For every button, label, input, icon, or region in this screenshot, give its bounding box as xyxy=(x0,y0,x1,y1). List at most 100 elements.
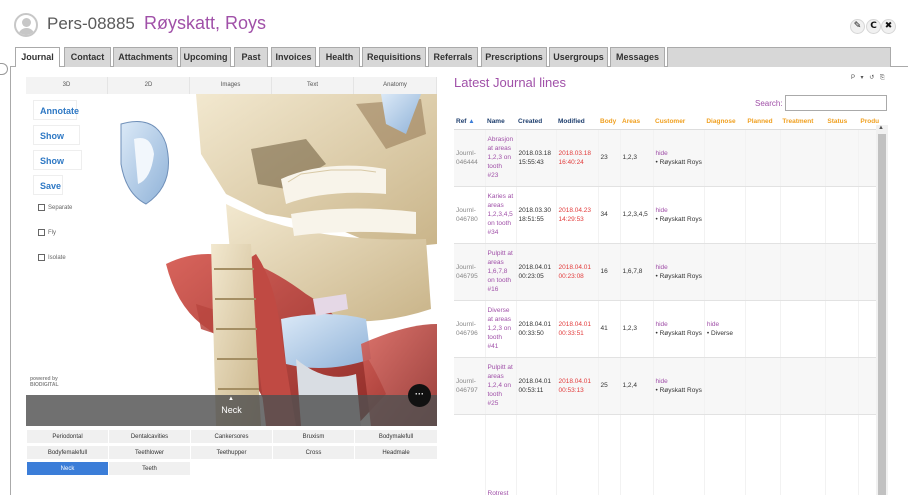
tab-prescriptions[interactable]: Prescriptions xyxy=(481,47,547,67)
separate-checkbox[interactable]: Separate xyxy=(38,204,72,211)
cell-name[interactable]: Diverse at areas 1,2,3 on tooth #41 xyxy=(485,300,517,358)
cell-name[interactable]: Rotrest xyxy=(485,414,517,495)
isolate-checkbox[interactable]: Isolate xyxy=(38,254,66,261)
region-neck[interactable]: Neck xyxy=(26,461,109,476)
hide-link[interactable]: hide xyxy=(656,149,702,158)
diagnose-hide-link[interactable]: hide xyxy=(707,320,743,329)
table-row[interactable]: Journl-046795 Pulpitt at areas 1,6,7,8 o… xyxy=(454,243,887,301)
cell-modified: 2018.04.01 00:23:08 xyxy=(556,243,599,301)
viewer-tab-2d[interactable]: 2D xyxy=(108,77,190,94)
region-bodyfemalefull[interactable]: Bodyfemalefull xyxy=(26,445,109,460)
region-bruxism[interactable]: Bruxism xyxy=(272,429,355,444)
region-bodymalefull[interactable]: Bodymalefull xyxy=(354,429,438,444)
cell-customer: hide • Røyskatt Roys xyxy=(653,129,705,187)
viewer-tab-text[interactable]: Text xyxy=(272,77,354,94)
col-name[interactable]: Name xyxy=(485,115,516,130)
cell-name[interactable]: Pulpitt at areas 1,2,4 on tooth #25 xyxy=(485,357,517,415)
region-cankersores[interactable]: Cankersores xyxy=(190,429,273,444)
table-row[interactable]: Journl-046444 Abrasjon at areas 1,2,3 on… xyxy=(454,129,887,187)
fly-checkbox[interactable]: Fly xyxy=(38,229,56,236)
tab-messages[interactable]: Messages xyxy=(610,47,665,67)
tab-health[interactable]: Health xyxy=(319,47,360,67)
cell-name[interactable]: Abrasjon at areas 1,2,3 on tooth #23 xyxy=(485,129,517,187)
col-customer[interactable]: Customer xyxy=(653,115,705,130)
col-treatment[interactable]: Treatment xyxy=(780,115,826,130)
hide-link[interactable]: hide xyxy=(656,206,702,215)
col-planned[interactable]: Planned xyxy=(745,115,781,130)
tab-journal[interactable]: Journal xyxy=(15,47,60,68)
viewer-tab-3d[interactable]: 3D xyxy=(26,77,108,94)
more-options-button[interactable]: ··· xyxy=(408,384,431,407)
customer-item: • Røyskatt Roys xyxy=(655,215,702,223)
col-diagnose[interactable]: Diagnose xyxy=(704,115,746,130)
scroll-up-icon[interactable]: ▲ xyxy=(878,125,884,131)
table-row[interactable]: Rotrest xyxy=(454,414,887,495)
region-periodontal[interactable]: Periodontal xyxy=(26,429,109,444)
table-row[interactable]: Journl-046797 Pulpitt at areas 1,2,4 on … xyxy=(454,357,887,415)
journal-table-wrapper: Ref ▲ Name Created Modified Body Areas C… xyxy=(454,115,888,495)
region-teethupper[interactable]: Teethupper xyxy=(190,445,273,460)
journal-toolbar-icons[interactable]: P ▾ ↺ ⎘ xyxy=(851,74,887,82)
table-scrollbar[interactable]: ▲ xyxy=(876,125,888,495)
cell-areas xyxy=(620,414,654,495)
edit-button[interactable]: ✎ xyxy=(850,19,865,34)
cell-name[interactable]: Pulpitt at areas 1,6,7,8 on tooth #16 xyxy=(485,243,517,301)
cell-body: 23 xyxy=(598,129,621,187)
cell-customer: hide • Røyskatt Roys xyxy=(653,243,705,301)
cell-ref: Journl-046796 xyxy=(454,300,486,358)
hide-link[interactable]: hide xyxy=(656,263,702,272)
tab-attachments[interactable]: Attachments xyxy=(113,47,178,67)
journal-title: Latest Journal lines xyxy=(454,75,567,90)
col-status[interactable]: Status xyxy=(825,115,859,130)
hide-link[interactable]: hide xyxy=(656,320,702,329)
region-dentalcavities[interactable]: Dentalcavities xyxy=(108,429,191,444)
col-modified[interactable]: Modified xyxy=(556,115,598,130)
cell-name[interactable]: Karies at areas 1,2,3,4,5 on tooth #34 xyxy=(485,186,517,244)
close-button[interactable]: ✖ xyxy=(881,19,896,34)
cell-areas: 1,6,7,8 xyxy=(620,243,654,301)
save-button[interactable]: Save xyxy=(33,175,63,195)
annotate-button[interactable]: Annotate xyxy=(33,100,79,120)
region-teeth[interactable]: Teeth xyxy=(108,461,191,476)
cell-diagnose xyxy=(704,243,746,301)
cell-created: 2018.03.30 18:51:55 xyxy=(516,186,557,244)
cell-modified: 2018.04.01 00:33:51 xyxy=(556,300,599,358)
tab-requisitions[interactable]: Requisitions xyxy=(362,47,426,67)
region-headmale[interactable]: Headmale xyxy=(354,445,438,460)
table-row[interactable]: Journl-046780 Karies at areas 1,2,3,4,5 … xyxy=(454,186,887,244)
anatomy-3d-stage[interactable]: Annotate Show text Show xray Save Separa… xyxy=(26,94,437,426)
tab-past[interactable]: Past xyxy=(234,47,268,67)
sidebar-toggle[interactable] xyxy=(0,63,8,75)
fly-checkbox-box[interactable] xyxy=(38,229,45,236)
show-xray-button[interactable]: Show xray xyxy=(33,150,82,186)
col-created[interactable]: Created xyxy=(516,115,556,130)
region-cross[interactable]: Cross xyxy=(272,445,355,460)
tab-usergroups[interactable]: Usergroups xyxy=(549,47,608,67)
tab-upcoming[interactable]: Upcoming xyxy=(180,47,231,67)
hide-link[interactable]: hide xyxy=(656,377,702,386)
region-teethlower[interactable]: Teethlower xyxy=(108,445,191,460)
isolate-checkbox-box[interactable] xyxy=(38,254,45,261)
tab-invoices[interactable]: Invoices xyxy=(271,47,316,67)
cell-modified: 2018.04.23 14:29:53 xyxy=(556,186,599,244)
customer-name: Røyskatt Roys xyxy=(659,158,702,166)
cell-created: 2018.04.01 00:53:11 xyxy=(516,357,557,415)
viewer-tab-anatomy[interactable]: Anatomy xyxy=(354,77,437,94)
col-ref[interactable]: Ref ▲ xyxy=(454,115,485,130)
tab-referrals[interactable]: Referrals xyxy=(428,47,478,67)
customer-item: • Røyskatt Roys xyxy=(655,272,702,280)
show-text-button[interactable]: Show text xyxy=(33,125,80,161)
cell-body: 16 xyxy=(598,243,621,301)
viewer-tab-images[interactable]: Images xyxy=(190,77,272,94)
separate-checkbox-box[interactable] xyxy=(38,204,45,211)
scroll-thumb[interactable] xyxy=(878,134,886,495)
cell-diagnose xyxy=(704,186,746,244)
col-areas[interactable]: Areas xyxy=(620,115,653,130)
up-arrow-icon[interactable]: ▲ xyxy=(228,396,234,402)
search-input[interactable] xyxy=(785,95,887,111)
col-body[interactable]: Body xyxy=(598,115,620,130)
table-row[interactable]: Journl-046796 Diverse at areas 1,2,3 on … xyxy=(454,300,887,358)
refresh-button[interactable]: C xyxy=(866,19,881,34)
cell-treatment xyxy=(780,129,826,187)
tab-contact[interactable]: Contact xyxy=(64,47,111,67)
